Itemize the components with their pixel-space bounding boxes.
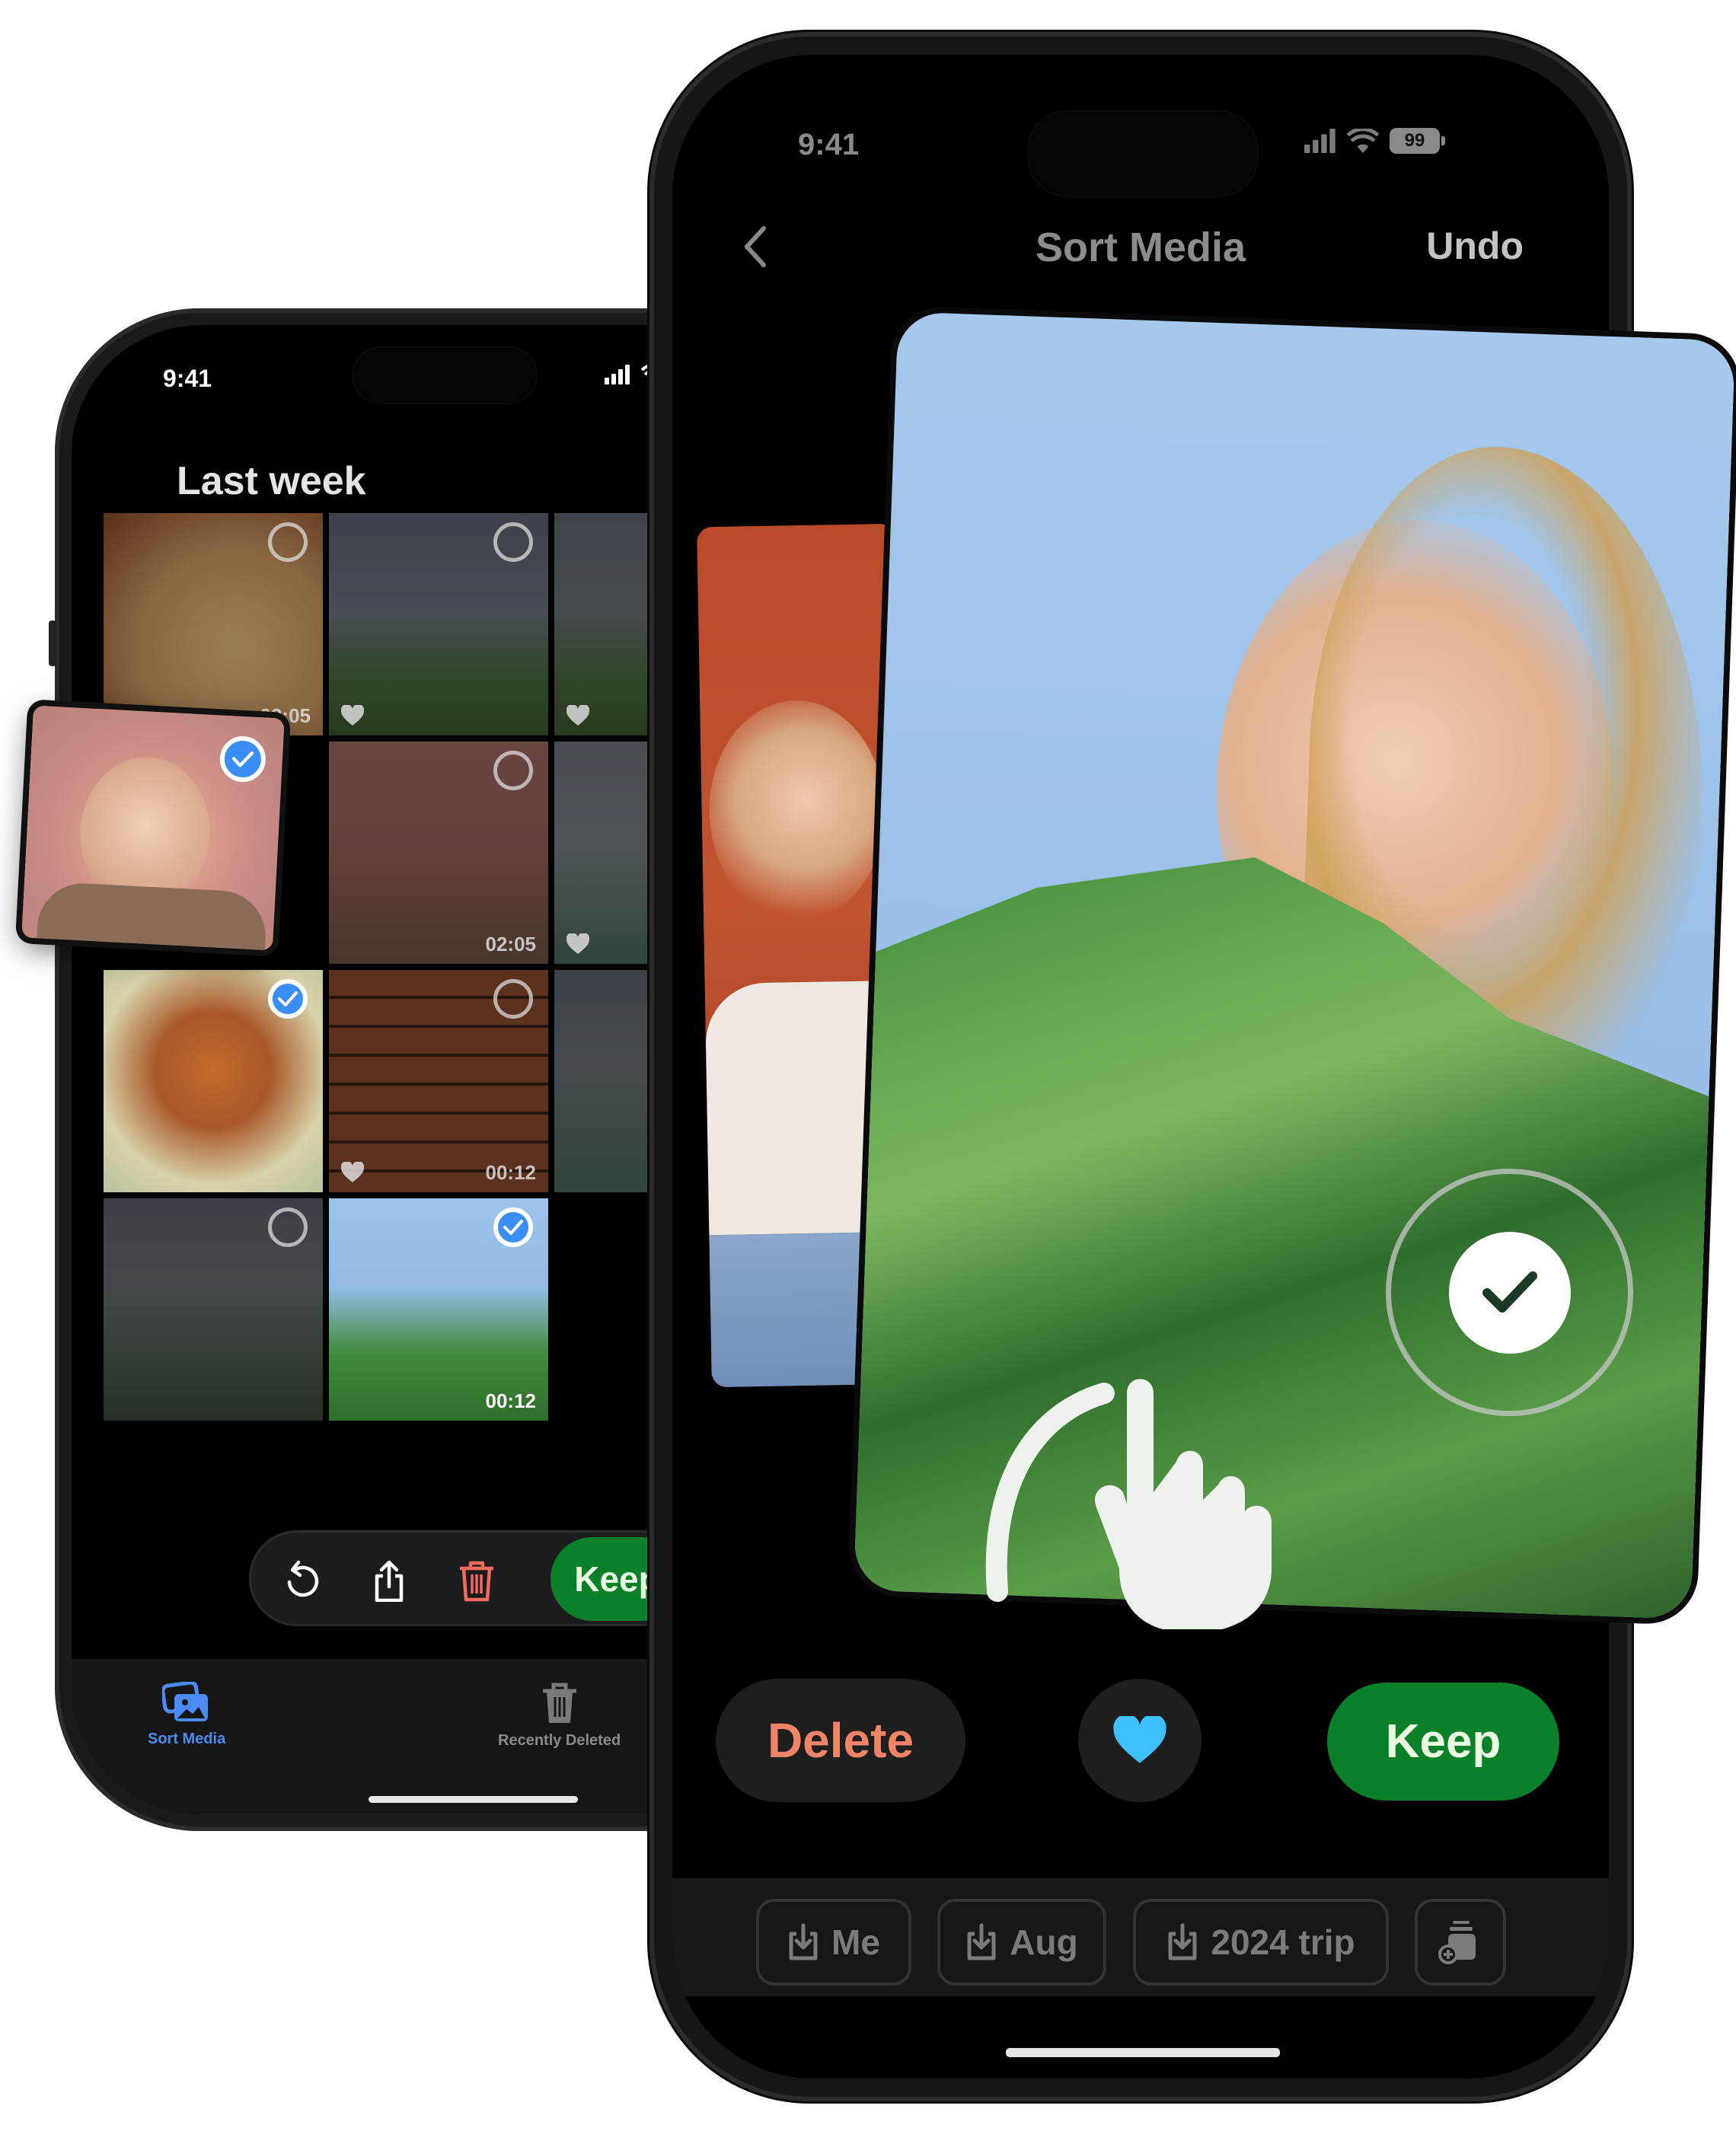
tab-label: Sort Media [148,1731,226,1747]
selection-action-bar: Keep [249,1530,691,1626]
video-duration: 00:12 [485,1389,537,1412]
select-circle[interactable] [268,1207,308,1247]
tab-bar: Sort Media Recently Deleted [72,1659,740,1814]
left-screen: 9:41 Last week 02:05 02:05 00:12 00:12 K… [72,325,740,1814]
dynamic-island [1029,112,1257,196]
photos-stack-icon [162,1682,209,1721]
tab-label: Recently Deleted [498,1732,621,1749]
check-icon [1482,1271,1537,1313]
battery-tip [1441,136,1445,145]
section-title: Last week [177,459,366,503]
mute-switch [49,620,56,666]
album-bar: Me Aug 2024 trip [672,1878,1609,1996]
undo-icon[interactable] [282,1559,321,1602]
heart-icon [566,933,589,954]
delete-button[interactable]: Delete [716,1679,965,1802]
grid-tile[interactable] [104,1198,323,1421]
select-circle[interactable] [493,522,533,562]
tab-recently-deleted[interactable]: Recently Deleted [498,1682,621,1750]
add-album-icon [1438,1921,1476,1964]
check-icon [231,751,254,767]
trash-icon [542,1683,576,1723]
grid-tile[interactable]: 00:12 [329,970,548,1192]
undo-button[interactable]: Undo [1426,224,1524,268]
left-phone: 9:41 Last week 02:05 02:05 00:12 00:12 K… [49,308,740,1831]
video-duration: 02:05 [485,933,537,955]
keep-button[interactable]: Keep [1327,1683,1559,1801]
album-chip-aug[interactable]: Aug [937,1899,1106,1986]
album-label: Me [831,1922,880,1962]
status-time: 9:41 [163,365,212,392]
heart-icon [1113,1716,1166,1763]
move-to-album-icon [1168,1923,1197,1960]
video-duration: 00:12 [485,1161,537,1184]
album-chip-me[interactable]: Me [756,1899,911,1986]
favorite-button[interactable] [1078,1679,1201,1802]
select-circle-checked[interactable] [219,735,267,783]
heart-icon [566,705,589,726]
move-to-album-icon [789,1923,818,1960]
battery-icon: 99 [1390,128,1445,154]
check-icon [278,991,298,1006]
signal-icon [605,365,630,384]
battery-level: 99 [1390,128,1440,154]
select-circle-checked[interactable] [268,979,308,1019]
dragged-tile[interactable] [21,705,285,951]
home-indicator [369,1796,578,1803]
tab-sort-media[interactable]: Sort Media [148,1682,225,1748]
select-circle[interactable] [493,751,533,790]
select-circle[interactable] [268,522,308,562]
select-circle[interactable] [493,979,533,1019]
status-icons: 99 [1304,128,1445,154]
home-indicator [1006,2048,1280,2057]
grid-tile[interactable]: 02:05 [104,513,323,735]
signal-icon [1304,129,1336,153]
dynamic-island [353,348,536,403]
share-icon[interactable] [369,1559,409,1602]
heart-icon [341,1162,364,1182]
heart-icon [341,705,364,726]
status-time: 9:41 [798,128,860,161]
keep-indicator [1386,1169,1633,1416]
grid-tile[interactable]: 00:12 [329,1198,548,1421]
check-icon [503,1220,523,1235]
new-album-button[interactable] [1415,1899,1506,1986]
grid-tile[interactable] [104,970,323,1192]
move-to-album-icon [967,1923,996,1960]
album-chip-2024-trip[interactable]: 2024 trip [1133,1899,1389,1986]
album-label: Aug [1010,1922,1078,1962]
album-label: 2024 trip [1211,1922,1355,1962]
select-circle-checked[interactable] [493,1207,533,1247]
grid-tile[interactable]: 02:05 [329,742,548,964]
photo-subject [707,699,887,924]
wifi-icon [1347,129,1379,153]
trash-icon[interactable] [457,1559,496,1602]
grid-tile[interactable] [329,513,548,735]
swipe-hand-icon [985,1379,1272,1629]
